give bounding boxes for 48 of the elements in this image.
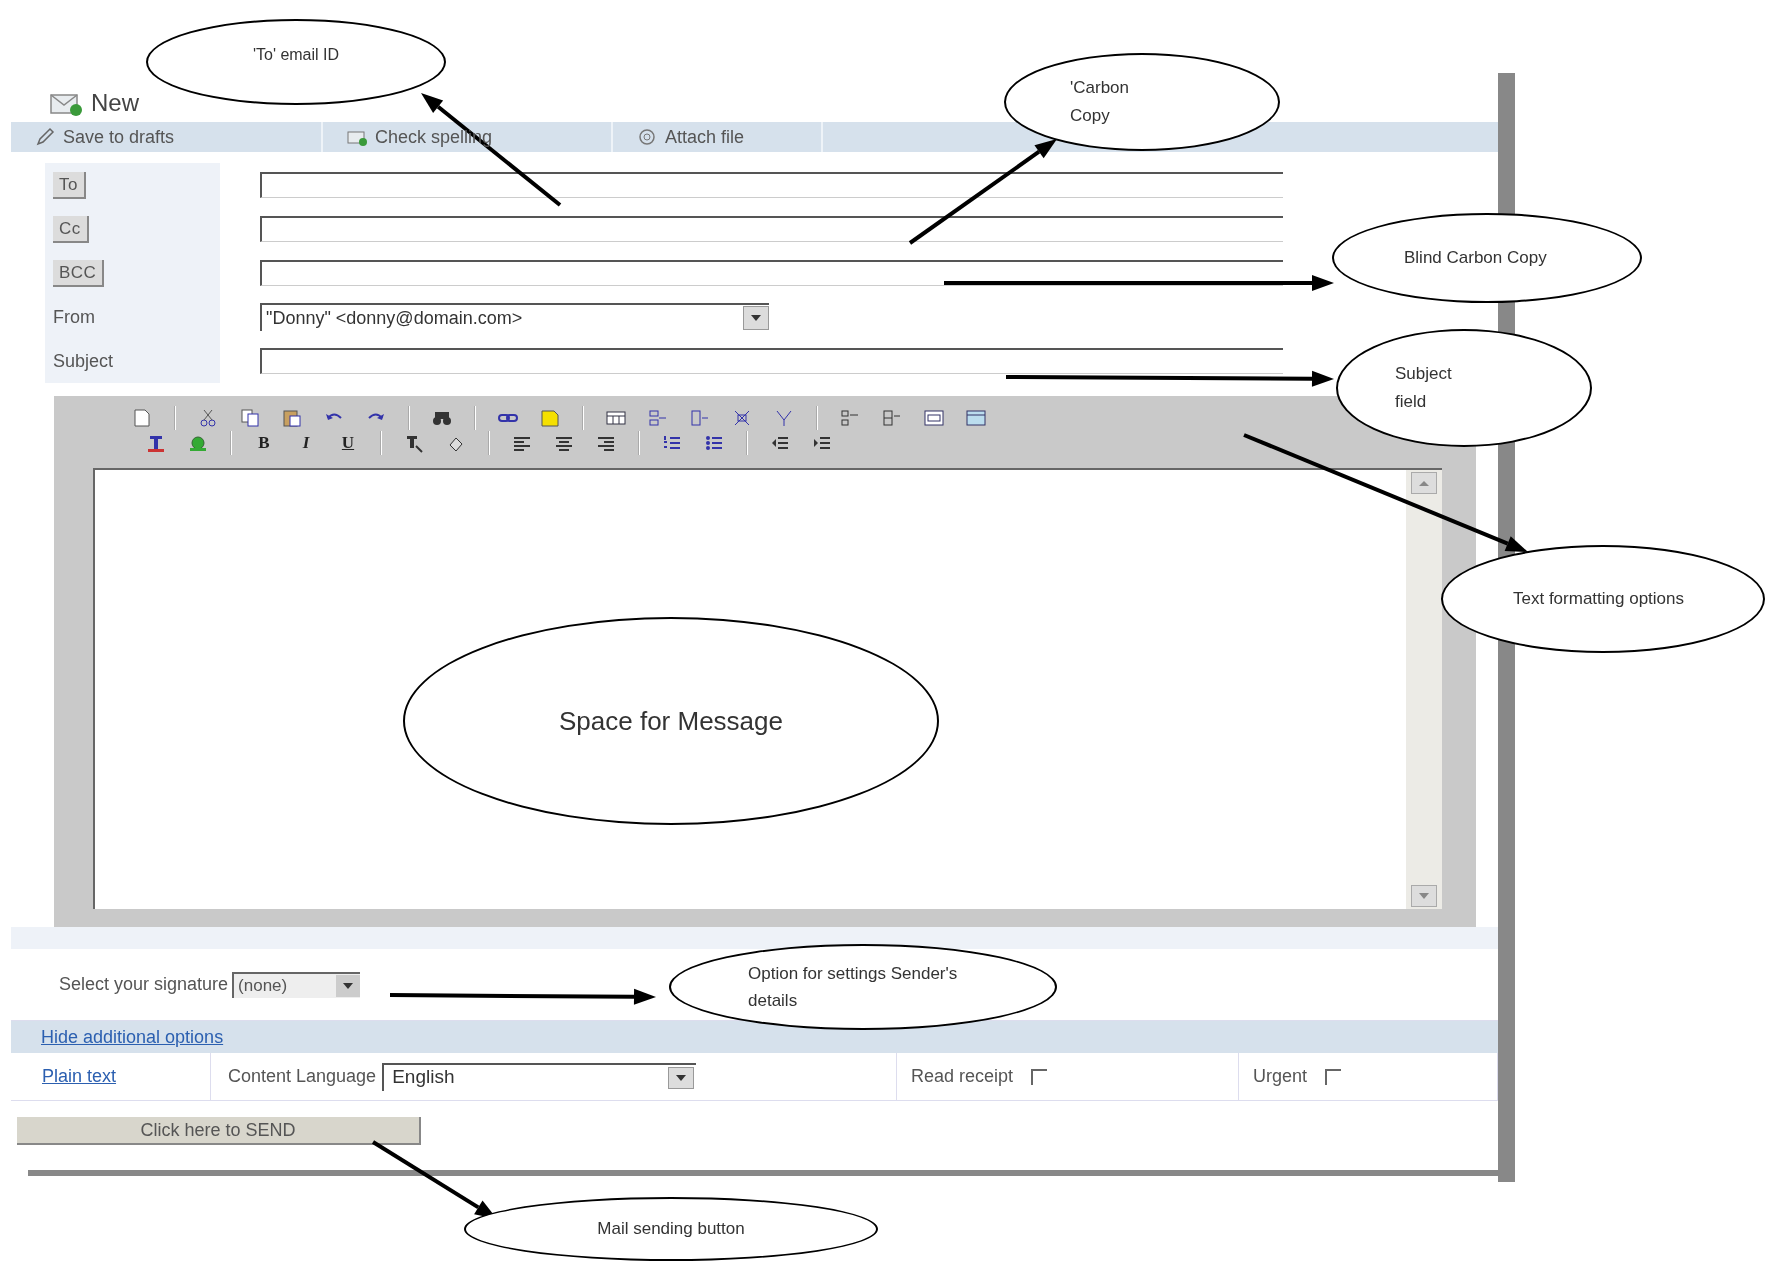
pencil-icon (35, 127, 55, 147)
checkbox-label: Read receipt (911, 1065, 1014, 1088)
scroll-up-icon[interactable] (1418, 479, 1430, 487)
address-field[interactable] (260, 172, 1283, 198)
dropdown-arrow-icon (750, 314, 762, 322)
signature-label: Select your signature (59, 973, 229, 996)
callout-text: Option for settings Sender's details (748, 963, 959, 1012)
copy-icon[interactable] (240, 407, 260, 428)
recipient-button[interactable]: Cc (53, 215, 89, 243)
callout-text: Blind Carbon Copy (1404, 247, 1548, 269)
toolbar-button[interactable]: Attach file (613, 122, 823, 152)
address-field[interactable] (260, 216, 1283, 242)
bold-button[interactable]: B (254, 429, 274, 456)
subject-field[interactable] (260, 348, 1283, 374)
language-label: Content Language (228, 1065, 377, 1088)
clipboard-icon[interactable] (282, 407, 302, 428)
field-label: From (53, 305, 95, 329)
callout-text: 'Carbon Copy (1070, 77, 1130, 127)
dropdown-arrow-icon (675, 1073, 688, 1082)
send-button[interactable]: Click here to SEND (17, 1117, 421, 1145)
document-icon[interactable] (132, 407, 152, 428)
callout-text: Mail sending button (597, 1218, 745, 1241)
table-cell-icon[interactable] (840, 407, 860, 428)
table-cell-icon[interactable] (882, 407, 902, 428)
callout-text: Space for Message (559, 704, 783, 738)
options-link[interactable]: Hide additional options (41, 1023, 224, 1051)
cell-properties-icon[interactable] (966, 407, 986, 428)
table-properties-icon[interactable] (924, 407, 944, 428)
address-field[interactable] (260, 260, 1283, 286)
toolbar-button[interactable]: Save to drafts (11, 122, 323, 152)
italic-button[interactable]: I (296, 429, 316, 456)
callout-text: 'To' email ID (252, 45, 340, 65)
callout-text: Text formatting options (1513, 588, 1686, 610)
plain-text-link[interactable]: Plain text (42, 1063, 117, 1090)
field-label: Subject (53, 349, 114, 373)
recipient-button[interactable]: BCC (53, 259, 105, 287)
signature-dropdown[interactable]: (none) (232, 971, 361, 998)
recipient-button[interactable]: To (53, 171, 86, 199)
window-title: New (91, 88, 139, 118)
scroll-down-icon[interactable] (1418, 892, 1430, 900)
callout-text: Subject field (1395, 363, 1453, 413)
checkbox-label: Urgent (1253, 1065, 1308, 1088)
scrollbar[interactable] (1406, 470, 1442, 909)
dropdown-arrow-icon (342, 981, 355, 990)
language-dropdown[interactable]: English (382, 1062, 697, 1091)
scissors-icon[interactable] (198, 407, 218, 428)
from-dropdown[interactable]: "Donny" <donny@domain.com> (260, 303, 769, 331)
underline-button[interactable]: U (338, 429, 358, 456)
